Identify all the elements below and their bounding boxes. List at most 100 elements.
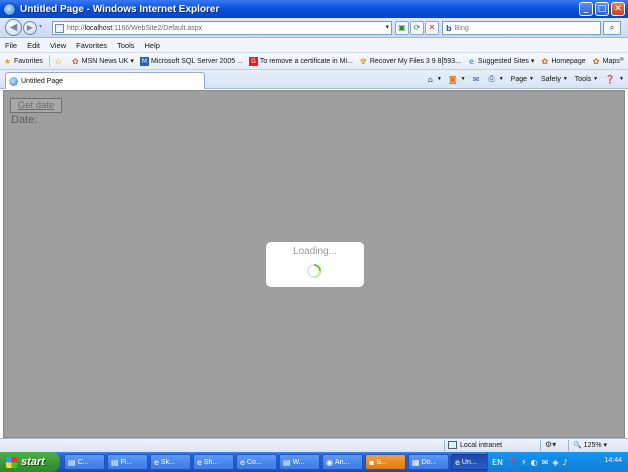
fav-item-homepage[interactable]: ✿ Homepage bbox=[540, 57, 586, 66]
page-menu[interactable]: Page ▼ bbox=[511, 76, 534, 83]
taskbar-item-active[interactable]: e Un... bbox=[451, 454, 492, 470]
taskbar-item[interactable]: ◉ An... bbox=[322, 454, 363, 470]
taskbar-item[interactable]: ▤ C... bbox=[64, 454, 105, 470]
page-icon bbox=[55, 23, 64, 33]
ie-icon bbox=[9, 76, 18, 86]
mail-icon: ✉ bbox=[472, 74, 480, 84]
intranet-icon bbox=[448, 441, 457, 449]
radiation-icon: ☢ bbox=[359, 56, 367, 66]
print-icon: ⎙ bbox=[488, 74, 495, 83]
taskbar-item[interactable]: ▪ S... bbox=[365, 454, 406, 470]
favorites-overflow-chevron[interactable]: » bbox=[620, 54, 624, 63]
minimize-button[interactable]: _ bbox=[579, 2, 593, 16]
menu-view[interactable]: View bbox=[50, 41, 66, 50]
page-content: Get date Date: Loading... bbox=[3, 90, 625, 438]
maximize-button[interactable]: □ bbox=[595, 2, 609, 16]
menu-favorites[interactable]: Favorites bbox=[76, 41, 107, 50]
fav-item-recover-my-files[interactable]: ☢ Recover My Files 3 9 8[593... bbox=[359, 57, 461, 66]
menu-bar: File Edit View Favorites Tools Help bbox=[0, 38, 628, 52]
status-divider bbox=[540, 440, 541, 451]
close-window-button[interactable]: ✕ bbox=[611, 2, 625, 16]
window-controls: _ □ ✕ bbox=[579, 2, 625, 16]
search-button[interactable]: ⌕ bbox=[603, 21, 621, 35]
system-tray: EN ❓ ⚡ ◐ ✉ ◈ ♪ 14:44 bbox=[487, 452, 628, 472]
start-button[interactable]: start bbox=[0, 452, 60, 472]
get-date-button[interactable]: Get date bbox=[10, 98, 62, 113]
feeds-button[interactable]: ◙ ▼ bbox=[449, 75, 466, 84]
back-button[interactable]: ◀ bbox=[5, 19, 22, 36]
ie-icon bbox=[3, 2, 16, 16]
fav-item-remove-certificate[interactable]: G To remove a certificate in Mi... bbox=[248, 56, 353, 66]
network-icon[interactable]: ⚡ bbox=[521, 458, 527, 467]
command-bar: ⌂ ▼ ◙ ▼ ✉ ⎙ ▼ Page ▼ Safety ▼ Tools ▼ ❓ ▼ bbox=[428, 74, 624, 84]
tab-command-bar: Untitled Page ⌂ ▼ ◙ ▼ ✉ ⎙ ▼ Page ▼ Safety ▼ T… bbox=[0, 70, 628, 89]
menu-tools[interactable]: Tools bbox=[117, 41, 135, 50]
shield-icon[interactable]: ◈ bbox=[552, 458, 558, 467]
msn-butterfly-icon: ✿ bbox=[592, 56, 600, 66]
ie-icon: e bbox=[468, 56, 474, 66]
history-dropdown[interactable]: ▾ bbox=[39, 23, 42, 30]
folder-icon: ▤ bbox=[68, 457, 76, 467]
home-button[interactable]: ⌂ ▼ bbox=[428, 75, 442, 84]
favorites-bar: ★ Favorites ✩ ✿ MSN News UK ▾ M Microsof… bbox=[0, 52, 628, 70]
fav-item-sql-server[interactable]: M Microsoft SQL Server 2005 ... bbox=[139, 56, 243, 66]
add-favorite-button[interactable]: ✩ bbox=[54, 57, 65, 66]
ie-tray-icon[interactable]: ◐ bbox=[531, 458, 538, 467]
help-tray-icon[interactable]: ❓ bbox=[507, 458, 517, 467]
title-bar: Untitled Page - Windows Internet Explore… bbox=[0, 0, 628, 18]
messenger-icon[interactable]: ✉ bbox=[542, 458, 549, 467]
search-input[interactable] bbox=[454, 24, 575, 32]
protected-mode-icon[interactable]: ⚙▾ bbox=[545, 440, 556, 449]
loading-spinner-icon bbox=[307, 264, 321, 278]
taskbar-item[interactable]: ▦ Do... bbox=[408, 454, 449, 470]
taskbar-item[interactable]: ▤ Fi... bbox=[107, 454, 148, 470]
fav-item-maps[interactable]: ✿ Maps bbox=[592, 57, 620, 66]
taskbar-item[interactable]: ▤ W... bbox=[279, 454, 320, 470]
doc-icon: ▦ bbox=[412, 457, 420, 467]
forward-button[interactable]: ▶ bbox=[23, 21, 37, 35]
volume-icon[interactable]: ♪ bbox=[562, 458, 567, 467]
fav-item-msn-news[interactable]: ✿ MSN News UK ▾ bbox=[71, 57, 134, 66]
security-zone: Local intranet bbox=[448, 441, 502, 449]
feeds-icon: ◙ bbox=[448, 74, 457, 84]
url-text: http://localhost:1166/WebSite2/Default.a… bbox=[67, 24, 203, 32]
print-button[interactable]: ⎙ ▼ bbox=[488, 74, 503, 84]
status-divider bbox=[444, 440, 445, 451]
help-icon: ❓ bbox=[605, 74, 616, 84]
tab-untitled-page[interactable]: Untitled Page bbox=[5, 72, 205, 89]
taskbar-item[interactable]: e Co... bbox=[236, 454, 277, 470]
status-bar: Local intranet ⚙▾ 🔍 125% ▾ bbox=[0, 438, 628, 452]
windows-flag-icon bbox=[6, 456, 17, 468]
loading-text: Loading... bbox=[293, 246, 337, 257]
home-icon: ⌂ bbox=[427, 74, 433, 84]
help-button[interactable]: ❓ ▼ bbox=[605, 75, 624, 84]
refresh-icon[interactable]: ⟳ bbox=[410, 21, 424, 35]
read-mail-button[interactable]: ✉ bbox=[473, 75, 482, 84]
favorites-star-icon: ★ bbox=[3, 56, 12, 66]
add-favorite-icon: ✩ bbox=[54, 56, 62, 66]
menu-edit[interactable]: Edit bbox=[27, 41, 40, 50]
app-icon: ◉ bbox=[326, 457, 333, 467]
stop-icon[interactable]: ✕ bbox=[425, 21, 439, 35]
fav-item-suggested-sites[interactable]: e Suggested Sites ▾ bbox=[467, 57, 534, 66]
safety-menu[interactable]: Safety ▼ bbox=[541, 76, 568, 83]
menu-help[interactable]: Help bbox=[145, 41, 160, 50]
date-label: Date: bbox=[11, 114, 38, 126]
taskbar-buttons: ▤ C... ▤ Fi... e Sk... e Sh... e Co... ▤ W... … bbox=[64, 454, 492, 470]
favorites-divider bbox=[48, 55, 50, 67]
url-dropdown-icon[interactable]: ▾ bbox=[385, 23, 389, 31]
menu-file[interactable]: File bbox=[5, 41, 17, 50]
tools-menu[interactable]: Tools ▼ bbox=[575, 76, 598, 83]
msn-butterfly-icon: ✿ bbox=[71, 56, 79, 66]
taskbar-item[interactable]: e Sk... bbox=[150, 454, 191, 470]
ie-icon: e bbox=[197, 457, 202, 467]
url-field[interactable]: http://localhost:1166/WebSite2/Default.a… bbox=[52, 21, 392, 35]
language-indicator[interactable]: EN bbox=[492, 458, 503, 467]
ie-icon: e bbox=[455, 457, 460, 467]
compatibility-view-icon[interactable]: ▣ bbox=[395, 21, 409, 35]
google-icon: G bbox=[248, 56, 258, 66]
taskbar-item[interactable]: e Sh... bbox=[193, 454, 234, 470]
search-box[interactable]: b bbox=[442, 21, 601, 35]
zoom-level[interactable]: 🔍 125% ▾ bbox=[573, 441, 607, 449]
favorites-button[interactable]: ★ Favorites bbox=[3, 57, 43, 66]
